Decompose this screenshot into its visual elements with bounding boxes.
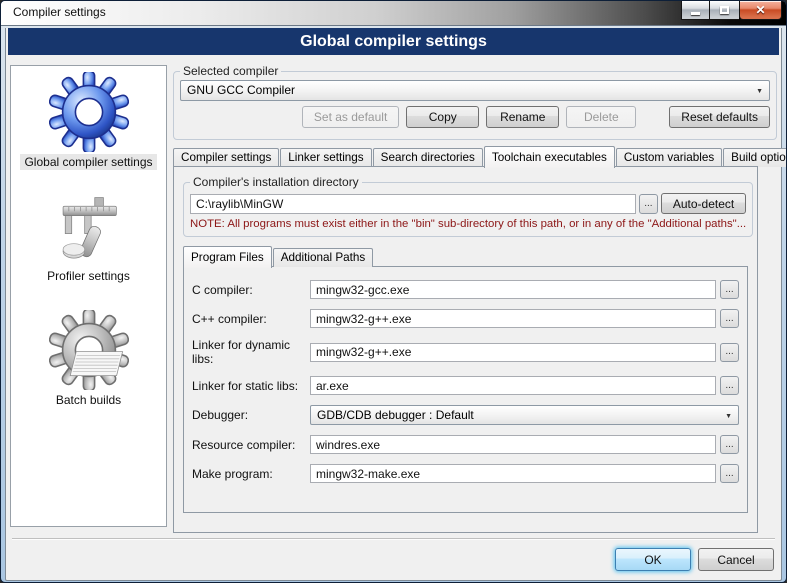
cpp-compiler-input[interactable] [310, 309, 716, 328]
resource-compiler-row: Resource compiler: ... [192, 435, 739, 454]
debugger-select-value: GDB/CDB debugger : Default [317, 408, 474, 422]
debugger-select[interactable]: GDB/CDB debugger : Default ▼ [310, 405, 739, 425]
c-compiler-row: C compiler: ... [192, 280, 739, 299]
sidebar-item-label: Profiler settings [43, 268, 134, 284]
bin-subdirectory-note: NOTE: All programs must exist either in … [190, 218, 746, 230]
make-program-browse-button[interactable]: ... [720, 464, 739, 483]
page-title: Global compiler settings [8, 28, 779, 55]
ok-button[interactable]: OK [615, 548, 691, 571]
c-compiler-input[interactable] [310, 280, 716, 299]
dynamic-linker-label: Linker for dynamic libs: [192, 338, 310, 366]
compiler-tabs: Compiler settings Linker settings Search… [173, 145, 777, 167]
dynamic-linker-row: Linker for dynamic libs: ... [192, 338, 739, 366]
selected-compiler-group: Selected compiler GNU GCC Compiler ▼ Set… [173, 64, 777, 140]
installation-directory-browse-button[interactable]: ... [639, 194, 658, 214]
compiler-settings-window: Compiler settings ✕ Global compiler sett… [0, 0, 787, 583]
resource-compiler-label: Resource compiler: [192, 438, 310, 452]
tab-custom-variables[interactable]: Custom variables [616, 148, 722, 167]
close-icon: ✕ [755, 3, 765, 17]
copy-button[interactable]: Copy [406, 106, 479, 128]
maximize-icon [720, 6, 729, 14]
compiler-select[interactable]: GNU GCC Compiler ▼ [180, 80, 770, 101]
close-button[interactable]: ✕ [739, 1, 782, 20]
program-files-panel: C compiler: ... C++ compiler: ... Linker… [183, 266, 748, 513]
auto-detect-button[interactable]: Auto-detect [661, 193, 746, 214]
rename-button[interactable]: Rename [486, 106, 559, 128]
dialog-footer: OK Cancel [615, 548, 774, 571]
selected-compiler-group-label: Selected compiler [180, 64, 281, 78]
chevron-down-icon: ▼ [756, 81, 763, 101]
tab-compiler-settings[interactable]: Compiler settings [173, 148, 279, 167]
static-linker-input[interactable] [310, 376, 716, 395]
installation-directory-input[interactable] [190, 194, 636, 214]
gray-gear-papers-icon [49, 310, 129, 390]
resource-compiler-input[interactable] [310, 435, 716, 454]
cpp-compiler-label: C++ compiler: [192, 312, 310, 326]
installation-directory-label: Compiler's installation directory [190, 175, 362, 189]
footer-separator [12, 538, 775, 540]
delete-button[interactable]: Delete [566, 106, 636, 128]
maximize-button[interactable] [710, 1, 739, 20]
dialog-client-area: Global compiler settings [5, 28, 782, 581]
window-title: Compiler settings [13, 5, 106, 19]
toolchain-executables-panel: Compiler's installation directory ... Au… [173, 166, 758, 533]
debugger-label: Debugger: [192, 408, 310, 422]
program-tabs: Program Files Additional Paths [183, 246, 748, 267]
chevron-down-icon: ▼ [725, 406, 732, 425]
tab-additional-paths[interactable]: Additional Paths [273, 248, 373, 267]
static-linker-row: Linker for static libs: ... [192, 376, 739, 395]
sidebar-item-label: Global compiler settings [20, 154, 156, 170]
compiler-actions: Set as default Copy Rename Delete Reset … [180, 106, 770, 128]
make-program-row: Make program: ... [192, 464, 739, 483]
dynamic-linker-browse-button[interactable]: ... [720, 343, 739, 362]
c-compiler-browse-button[interactable]: ... [720, 280, 739, 299]
sidebar-item-label: Batch builds [52, 392, 125, 408]
resource-compiler-browse-button[interactable]: ... [720, 435, 739, 454]
settings-category-list: Global compiler settings [10, 65, 167, 527]
tab-build-options[interactable]: Build options [723, 148, 787, 167]
tab-program-files[interactable]: Program Files [183, 246, 272, 268]
make-program-input[interactable] [310, 464, 716, 483]
caption-buttons: ✕ [681, 1, 782, 20]
cpp-compiler-row: C++ compiler: ... [192, 309, 739, 328]
compiler-select-value: GNU GCC Compiler [187, 83, 295, 97]
dynamic-linker-input[interactable] [310, 343, 716, 362]
c-compiler-label: C compiler: [192, 283, 310, 297]
static-linker-browse-button[interactable]: ... [720, 376, 739, 395]
tab-search-directories[interactable]: Search directories [373, 148, 483, 167]
tab-toolchain-executables[interactable]: Toolchain executables [484, 146, 615, 168]
caliper-icon [53, 194, 125, 266]
cancel-button[interactable]: Cancel [698, 548, 774, 571]
set-as-default-button[interactable]: Set as default [302, 106, 399, 128]
global-compiler-settings-pane: Selected compiler GNU GCC Compiler ▼ Set… [173, 64, 777, 533]
cpp-compiler-browse-button[interactable]: ... [720, 309, 739, 328]
titlebar[interactable]: Compiler settings ✕ [1, 1, 786, 26]
minimize-icon [691, 12, 700, 15]
tab-linker-settings[interactable]: Linker settings [280, 148, 371, 167]
installation-directory-group: Compiler's installation directory ... Au… [183, 175, 753, 237]
static-linker-label: Linker for static libs: [192, 379, 310, 393]
blue-gear-icon [49, 72, 129, 152]
debugger-row: Debugger: GDB/CDB debugger : Default ▼ [192, 405, 739, 425]
sidebar-item-global-compiler-settings[interactable]: Global compiler settings [11, 72, 166, 170]
reset-defaults-button[interactable]: Reset defaults [669, 106, 770, 128]
minimize-button[interactable] [681, 1, 710, 20]
sidebar-item-batch-builds[interactable]: Batch builds [11, 310, 166, 408]
make-program-label: Make program: [192, 467, 310, 481]
sidebar-item-profiler-settings[interactable]: Profiler settings [11, 194, 166, 284]
